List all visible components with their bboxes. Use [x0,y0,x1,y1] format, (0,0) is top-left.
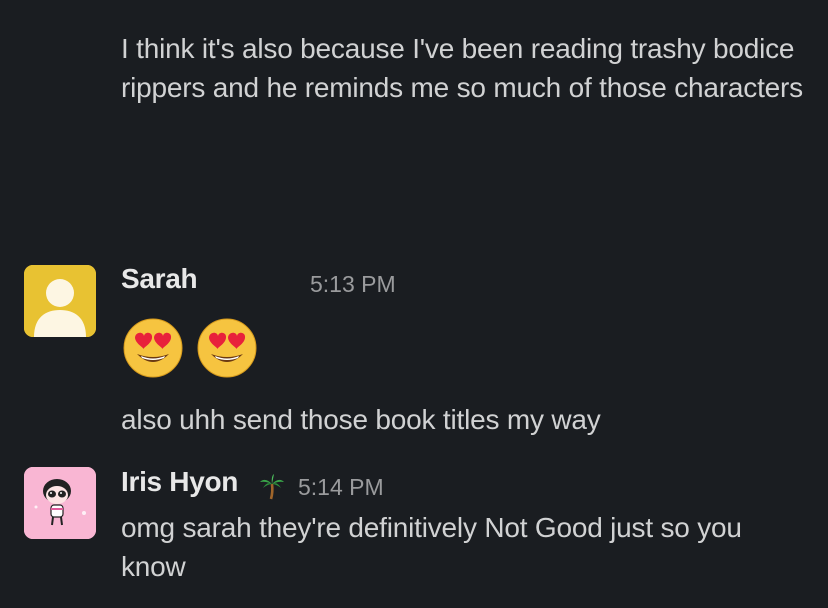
avatar[interactable] [24,265,96,337]
heart-eyes-emoji-icon[interactable] [123,318,183,378]
default-user-avatar-icon [24,265,96,337]
heart-eyes-emoji-icon[interactable] [197,318,257,378]
author-name[interactable]: Sarah [121,263,198,295]
powerpuff-character-avatar-icon [24,467,96,539]
message-timestamp[interactable]: 5:13 PM [310,271,396,298]
message-text: I think it's also because I've been read… [121,33,803,103]
message-text: also uhh send those book titles my way [121,404,601,435]
message-text: omg sarah they're definitively Not Good … [121,512,742,582]
avatar[interactable] [24,467,96,539]
palm-tree-icon[interactable] [258,472,286,500]
author-name[interactable]: Iris Hyon [121,466,238,498]
message-timestamp[interactable]: 5:14 PM [298,474,384,501]
